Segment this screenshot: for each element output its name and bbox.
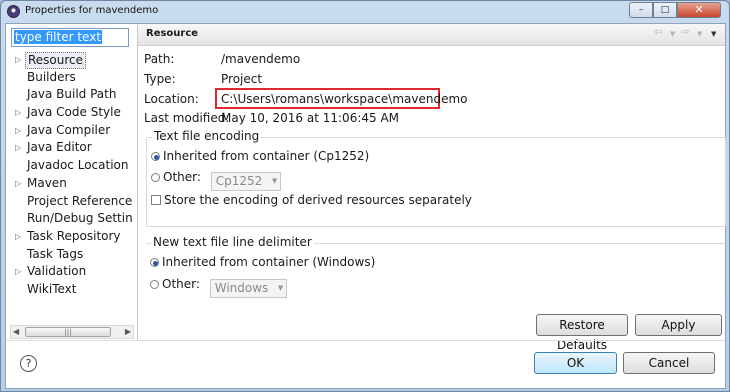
delimiter-inherited-option[interactable]: Inherited from container (Windows) bbox=[150, 254, 375, 270]
expand-arrow-icon[interactable]: ▷ bbox=[15, 175, 21, 193]
nav-item-label: Java Build Path bbox=[27, 87, 117, 102]
pane-divider[interactable] bbox=[137, 24, 138, 340]
text-encoding-group: Text file encoding Inherited from contai… bbox=[146, 129, 726, 227]
radio-selected[interactable] bbox=[150, 258, 159, 267]
maximize-button[interactable]: □ bbox=[653, 2, 677, 18]
line-delimiter-title: New text file line delimiter bbox=[151, 235, 314, 249]
nav-item[interactable]: ▷ Maven bbox=[11, 175, 133, 193]
radio-selected[interactable] bbox=[151, 152, 160, 161]
close-icon: ✕ bbox=[694, 3, 704, 16]
encoding-select-value: Cp1252 bbox=[215, 174, 263, 188]
radio-unselected[interactable] bbox=[150, 280, 159, 289]
footer-divider bbox=[6, 340, 725, 341]
store-encoding-option[interactable]: Store the encoding of derived resources … bbox=[151, 192, 472, 208]
store-encoding-checkbox[interactable] bbox=[151, 195, 161, 205]
nav-item-label: Project References bbox=[27, 193, 133, 208]
nav-item[interactable]: Java Build Path bbox=[11, 86, 133, 104]
delimiter-other-label: Other: bbox=[162, 277, 200, 291]
window-title: Properties for mavendemo bbox=[25, 5, 159, 16]
encoding-inherited-option[interactable]: Inherited from container (Cp1252) bbox=[151, 148, 369, 164]
nav-item[interactable]: ▷ Resource bbox=[11, 51, 133, 69]
nav-item-label: Java Compiler bbox=[27, 122, 111, 137]
nav-item-label: Java Code Style bbox=[27, 105, 121, 120]
nav-item[interactable]: Run/Debug Settings bbox=[11, 210, 133, 228]
scroll-thumb[interactable]: ||| bbox=[25, 327, 111, 337]
type-value: Project bbox=[221, 72, 263, 86]
nav-item-label: Resource bbox=[25, 52, 87, 69]
restore-defaults-button[interactable]: Restore Defaults bbox=[536, 314, 628, 352]
back-menu-icon[interactable]: ▼ bbox=[670, 30, 675, 38]
property-page-tree: ▷ Resource Builders Java Build Path ▷ Java Co… bbox=[11, 51, 133, 333]
nav-item-label: Javadoc Location bbox=[27, 158, 129, 173]
nav-item[interactable]: ▷ Validation bbox=[11, 263, 133, 281]
forward-menu-icon[interactable]: ▼ bbox=[697, 30, 702, 38]
nav-item-label: Run/Debug Settings bbox=[27, 211, 133, 226]
delimiter-inherited-label: Inherited from container (Windows) bbox=[162, 255, 376, 269]
chevron-down-icon: ▼ bbox=[271, 177, 278, 185]
nav-item-label: Maven bbox=[27, 175, 67, 190]
nav-item[interactable]: ▷ Java Editor bbox=[11, 139, 133, 157]
radio-unselected[interactable] bbox=[151, 173, 160, 182]
back-icon[interactable]: ⇦ bbox=[654, 27, 662, 38]
apply-button[interactable]: Apply bbox=[635, 314, 722, 336]
nav-item[interactable]: Builders bbox=[11, 69, 133, 87]
minimize-button[interactable]: – bbox=[629, 2, 653, 18]
eclipse-icon bbox=[7, 5, 20, 18]
encoding-other-label: Other: bbox=[163, 170, 201, 184]
nav-item-label: Builders bbox=[27, 69, 76, 84]
filter-text: type filter text bbox=[14, 30, 103, 44]
last-modified-value: May 10, 2016 at 11:06:45 AM bbox=[221, 111, 400, 125]
encoding-other-option[interactable]: Other: Cp1252 ▼ bbox=[151, 169, 282, 191]
expand-arrow-icon[interactable]: ▷ bbox=[15, 122, 21, 140]
nav-item-label: WikiText bbox=[27, 281, 77, 296]
nav-item[interactable]: Task Tags bbox=[11, 246, 133, 264]
forward-icon[interactable]: ⇨ bbox=[681, 27, 689, 38]
expand-arrow-icon[interactable]: ▷ bbox=[15, 263, 21, 281]
dialog-body: type filter text ▷ Resource Builders Java B… bbox=[5, 23, 726, 389]
encoding-inherited-label: Inherited from container (Cp1252) bbox=[163, 149, 370, 163]
nav-item[interactable]: ▷ Task Repository bbox=[11, 228, 133, 246]
nav-item-label: Validation bbox=[27, 264, 87, 279]
location-value: C:\Users\romans\workspace\mavendemo bbox=[221, 92, 468, 106]
nav-item-label: Java Editor bbox=[27, 140, 92, 155]
view-menu-icon[interactable]: ▼ bbox=[711, 30, 716, 38]
line-delimiter-group: New text file line delimiter Inherited f… bbox=[146, 235, 726, 298]
nav-item[interactable]: Javadoc Location bbox=[11, 157, 133, 175]
last-modified-label: Last modified: bbox=[144, 111, 230, 125]
expand-arrow-icon[interactable]: ▷ bbox=[15, 104, 21, 122]
page-header: Resource ⇦ ▼ ⇨ ▼ ▼ bbox=[138, 24, 725, 46]
nav-item[interactable]: WikiText bbox=[11, 281, 133, 299]
scroll-right-icon[interactable]: ▶ bbox=[125, 326, 131, 338]
nav-item[interactable]: ▷ Java Code Style bbox=[11, 104, 133, 122]
properties-window: Properties for mavendemo – □ ✕ type filt… bbox=[0, 0, 730, 392]
chevron-down-icon: ▼ bbox=[277, 284, 284, 292]
path-value: /mavendemo bbox=[221, 52, 301, 66]
delimiter-other-option[interactable]: Other: Windows ▼ bbox=[150, 276, 288, 298]
text-encoding-title: Text file encoding bbox=[152, 129, 262, 143]
encoding-select: Cp1252 ▼ bbox=[210, 172, 282, 191]
expand-arrow-icon[interactable]: ▷ bbox=[15, 51, 21, 69]
expand-arrow-icon[interactable]: ▷ bbox=[15, 139, 21, 157]
title-bar: Properties for mavendemo – □ ✕ bbox=[1, 1, 729, 23]
help-icon[interactable]: ? bbox=[20, 355, 37, 372]
store-encoding-label: Store the encoding of derived resources … bbox=[164, 193, 472, 207]
tree-horizontal-scrollbar[interactable]: ◀ ||| ▶ bbox=[10, 325, 134, 339]
nav-item-label: Task Tags bbox=[27, 246, 84, 261]
type-label: Type: bbox=[144, 72, 176, 86]
delimiter-select-value: Windows bbox=[214, 281, 269, 295]
location-label: Location: bbox=[144, 92, 199, 106]
scroll-left-icon[interactable]: ◀ bbox=[13, 326, 19, 338]
close-button[interactable]: ✕ bbox=[677, 2, 721, 18]
page-title: Resource bbox=[146, 28, 199, 39]
expand-arrow-icon[interactable]: ▷ bbox=[15, 228, 21, 246]
cancel-button[interactable]: Cancel bbox=[623, 352, 715, 374]
nav-item[interactable]: Project References bbox=[11, 193, 133, 211]
filter-input[interactable]: type filter text bbox=[11, 28, 129, 47]
path-label: Path: bbox=[144, 52, 175, 66]
nav-item-label: Task Repository bbox=[27, 228, 121, 243]
delimiter-select: Windows ▼ bbox=[209, 279, 288, 298]
nav-item[interactable]: ▷ Java Compiler bbox=[11, 122, 133, 140]
ok-button[interactable]: OK bbox=[534, 352, 617, 374]
